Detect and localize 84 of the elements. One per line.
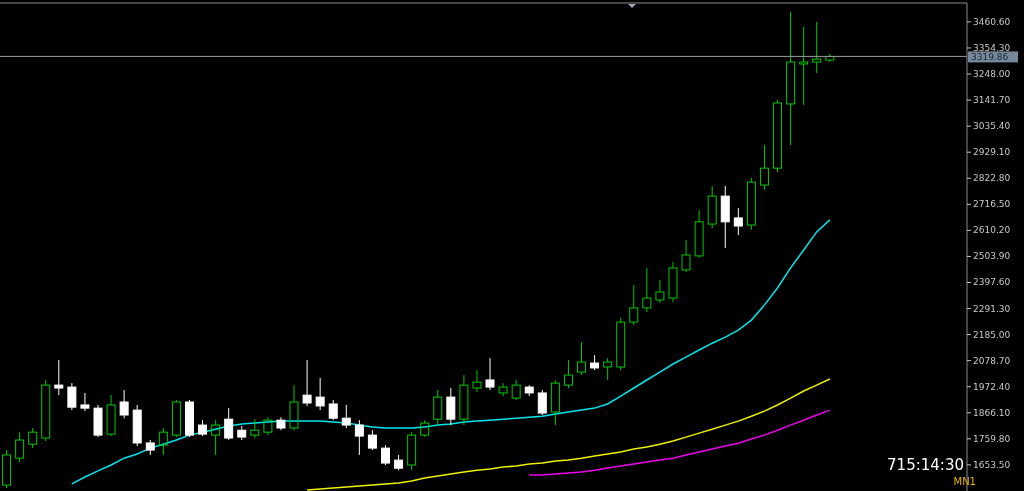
candlestick — [276, 416, 286, 431]
current-price-label: 3319.86 — [968, 51, 1018, 63]
candlestick — [603, 357, 613, 381]
price-tick-label: 1972.40 — [973, 381, 1011, 392]
price-tick-label: 2185.00 — [973, 329, 1011, 340]
price-tick-label: 2716.50 — [973, 199, 1011, 210]
candlestick — [420, 419, 430, 438]
candlestick — [812, 21, 822, 74]
candlestick — [537, 389, 547, 416]
candlestick — [171, 399, 181, 438]
candlestick — [394, 454, 404, 471]
candlestick — [198, 419, 208, 437]
candlestick — [224, 407, 234, 441]
candlestick — [106, 394, 116, 437]
candlestick — [367, 429, 377, 451]
candlestick — [563, 359, 573, 389]
candlestick — [145, 439, 155, 456]
candlestick — [459, 374, 469, 426]
candlestick — [67, 382, 77, 411]
ref-line-label: 3319.86 — [971, 51, 1009, 62]
price-tick-label: 3248.00 — [973, 69, 1011, 80]
candlestick — [328, 399, 338, 421]
candlestick — [407, 431, 417, 471]
candlestick — [707, 185, 717, 229]
timeframe-label: MN1 — [953, 476, 976, 487]
price-tick-label: 3141.70 — [973, 95, 1011, 106]
candlestick — [315, 377, 325, 411]
price-tick-label: 3354.30 — [973, 42, 1011, 53]
candlestick — [577, 341, 586, 376]
candlestick — [720, 185, 730, 249]
candlestick — [41, 379, 51, 442]
price-tick-label: 2610.20 — [973, 225, 1011, 236]
candlestick — [629, 284, 639, 326]
price-tick-label: 1866.10 — [973, 407, 1011, 418]
candlestick — [694, 209, 704, 259]
price-tick-label: 3035.40 — [973, 121, 1011, 132]
candlestick — [354, 419, 364, 456]
candlestick — [511, 379, 521, 401]
candlestick — [590, 354, 600, 371]
candlestick — [158, 427, 168, 456]
shift-marker-icon[interactable] — [628, 4, 636, 8]
candlestick — [642, 267, 652, 313]
candlestick — [498, 382, 508, 397]
price-tick-label: 2397.60 — [973, 277, 1011, 288]
candlestick — [733, 207, 743, 236]
candlestick — [681, 239, 691, 273]
candlestick — [289, 384, 299, 431]
candlestick — [185, 399, 194, 438]
candlestick — [746, 177, 756, 231]
candlestick — [550, 379, 560, 426]
candlestick — [472, 369, 482, 393]
candlestick — [263, 416, 273, 436]
candlestick — [302, 359, 312, 407]
candlestick — [28, 427, 38, 449]
price-tick-label: 3460.60 — [973, 16, 1011, 27]
price-tick-label: 2291.30 — [973, 303, 1011, 314]
price-tick-label: 2822.80 — [973, 173, 1011, 184]
candlestick — [759, 144, 769, 191]
price-tick-label: 1653.50 — [973, 459, 1011, 470]
candlestick — [80, 392, 90, 412]
candlestick — [616, 317, 626, 371]
candlestick — [250, 418, 260, 439]
candlestick — [341, 404, 351, 429]
candlestick — [2, 449, 12, 489]
candlestick — [524, 384, 534, 397]
candlestick — [211, 419, 221, 456]
candlestick — [15, 431, 25, 463]
candlestick — [119, 389, 129, 419]
candlestick — [825, 53, 835, 63]
price-tick-label: 1759.80 — [973, 433, 1011, 444]
candlestick — [433, 389, 443, 426]
candlestick — [93, 404, 103, 438]
candlestick — [655, 279, 665, 304]
price-tick-label: 2078.70 — [973, 355, 1011, 366]
candlestick — [446, 387, 456, 426]
candlestick — [381, 444, 390, 466]
candlestick — [485, 357, 495, 391]
price-tick-label: 2929.10 — [973, 147, 1011, 158]
candlestick — [237, 425, 247, 441]
candlestick — [132, 404, 142, 447]
candlestick — [668, 261, 678, 303]
candlestick — [54, 359, 64, 396]
price-tick-label: 2503.90 — [973, 251, 1011, 262]
bar-countdown: 715:14:30 — [887, 456, 964, 474]
